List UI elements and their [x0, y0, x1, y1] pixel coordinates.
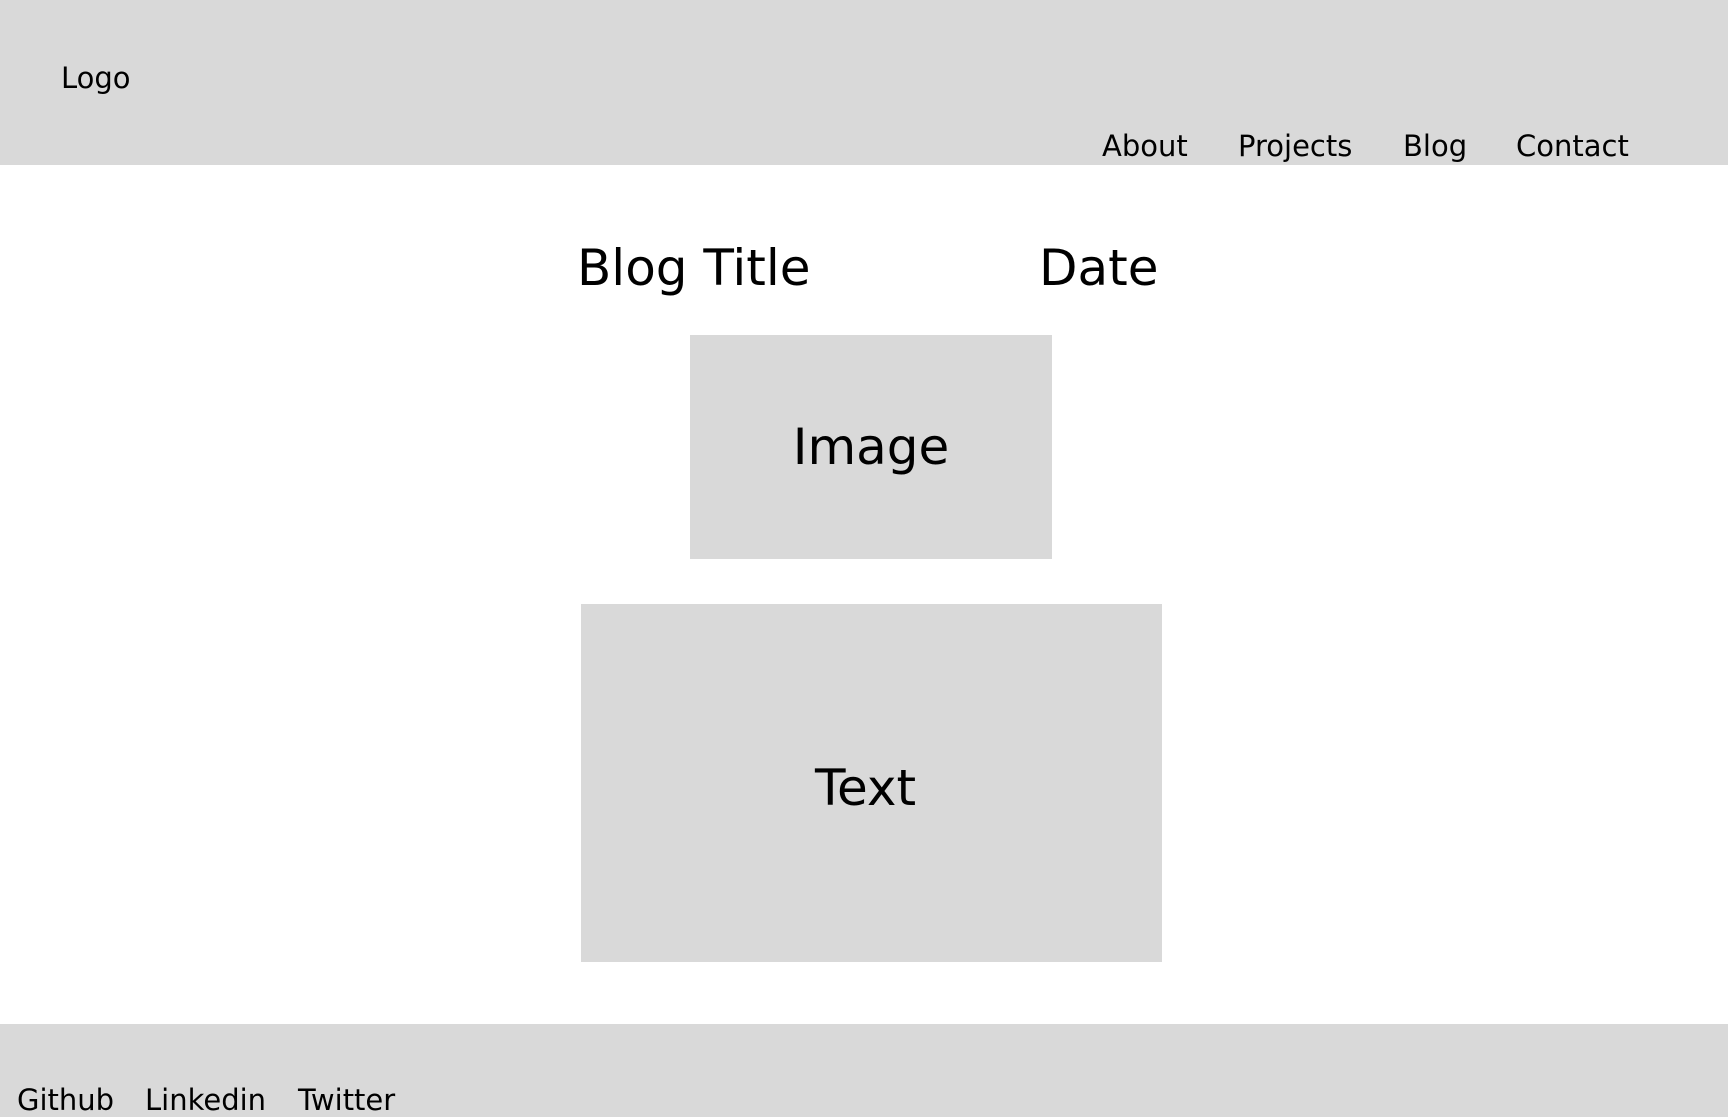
text-label: Text: [814, 759, 917, 817]
nav-projects[interactable]: Projects: [1238, 132, 1352, 161]
image-placeholder: Image: [690, 335, 1052, 559]
text-placeholder: Text: [581, 604, 1162, 962]
blog-date: Date: [1039, 239, 1159, 297]
site-footer: Github Linkedin Twitter: [0, 1024, 1728, 1117]
footer-link-github[interactable]: Github: [17, 1086, 114, 1115]
logo[interactable]: Logo: [61, 64, 131, 93]
blog-title: Blog Title: [577, 239, 811, 297]
image-label: Image: [792, 418, 950, 476]
nav-blog[interactable]: Blog: [1403, 132, 1467, 161]
nav-contact[interactable]: Contact: [1516, 132, 1629, 161]
site-header: Logo About Projects Blog Contact: [0, 0, 1728, 165]
footer-link-linkedin[interactable]: Linkedin: [145, 1086, 266, 1115]
nav-about[interactable]: About: [1102, 132, 1188, 161]
footer-link-twitter[interactable]: Twitter: [298, 1086, 395, 1115]
